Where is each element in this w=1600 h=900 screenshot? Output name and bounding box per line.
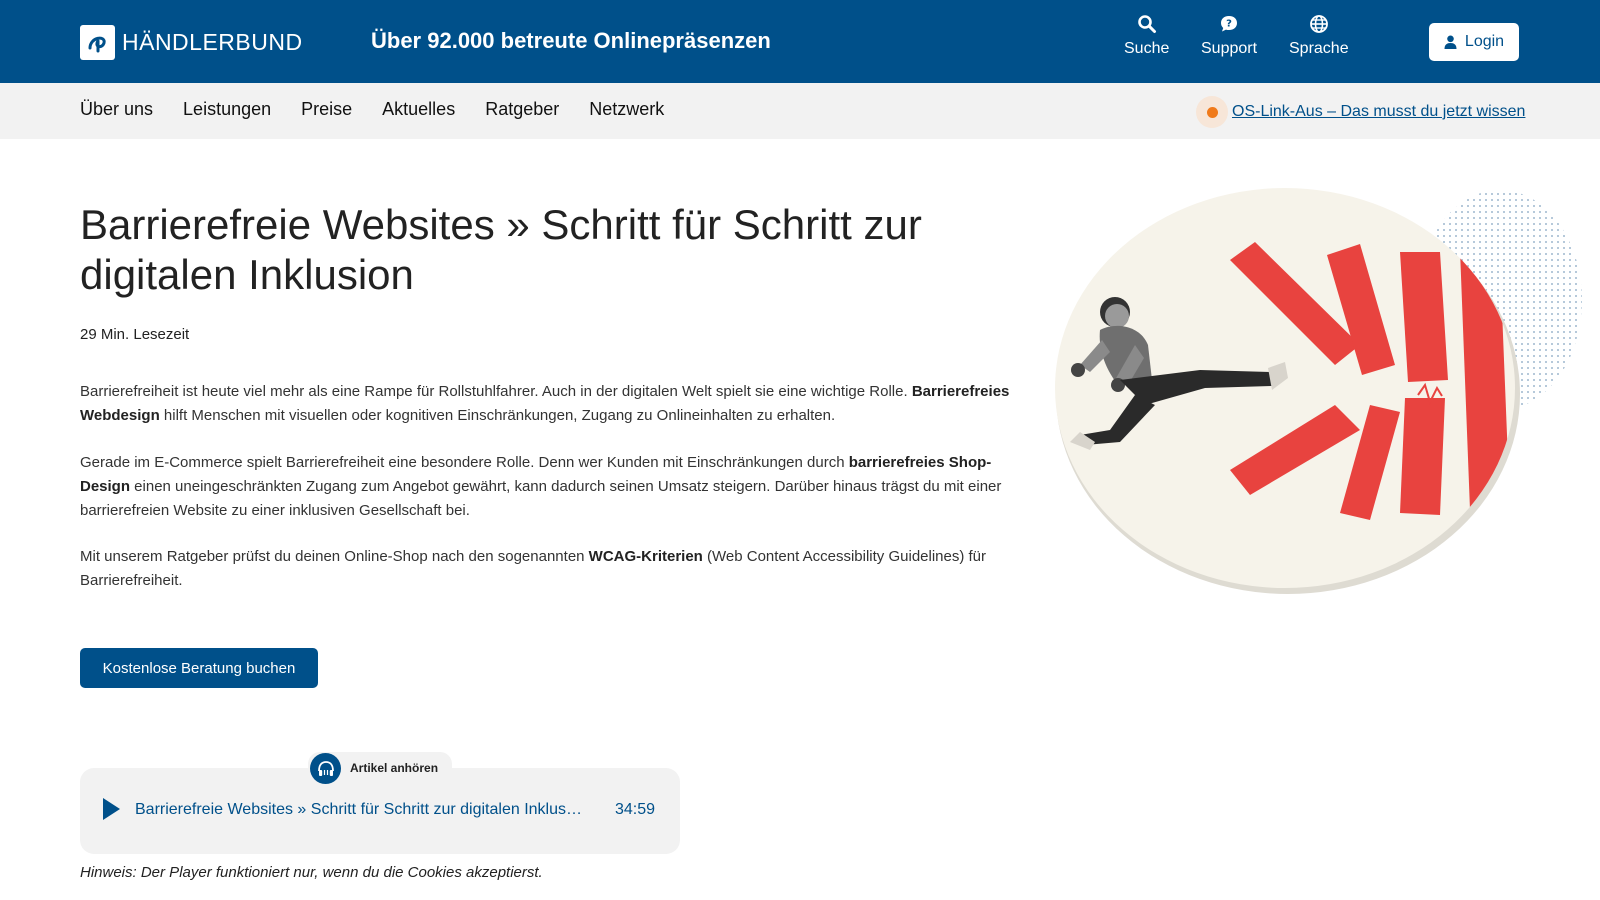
read-time: 29 Min. Lesezeit <box>80 326 190 343</box>
login-label: Login <box>1464 33 1505 50</box>
support-label: Support <box>1201 40 1258 57</box>
nav-item-netzwerk[interactable]: Netzwerk <box>589 99 664 120</box>
logo-mark-icon <box>80 24 115 60</box>
intro-paragraph-1: Barrierefreiheit ist heute viel mehr als… <box>80 380 1010 428</box>
nav-items: Über uns Leistungen Preise Aktuelles Rat… <box>80 99 694 120</box>
nav-item-leistungen[interactable]: Leistungen <box>183 99 271 120</box>
book-consultation-button[interactable]: Kostenlose Beratung buchen <box>80 648 318 688</box>
player-tab-label: Artikel anhören <box>350 761 439 775</box>
page-title: Barrierefreie Websites » Schritt für Sch… <box>80 201 922 298</box>
language-label: Sprache <box>1289 40 1349 57</box>
search-label: Suche <box>1124 40 1170 57</box>
search-icon <box>1137 15 1156 33</box>
play-icon[interactable] <box>100 796 122 822</box>
svg-text:?: ? <box>1226 19 1232 30</box>
main-navigation: Über uns Leistungen Preise Aktuelles Rat… <box>0 83 1600 139</box>
paragraph-text: Gerade im E-Commerce spielt Barrierefrei… <box>80 454 849 471</box>
logo-text: HÄNDLERBUND <box>122 28 303 55</box>
alert-dot-icon <box>1196 96 1228 128</box>
player-hint: Hinweis: Der Player funktioniert nur, we… <box>80 864 543 881</box>
paragraph-text: hilft Menschen mit visuellen oder kognit… <box>159 407 836 424</box>
nav-item-ratgeber[interactable]: Ratgeber <box>485 99 559 120</box>
paragraph-text: Mit unserem Ratgeber prüfst du deinen On… <box>80 548 589 565</box>
nav-item-preise[interactable]: Preise <box>301 99 352 120</box>
language-button[interactable]: Sprache <box>1289 14 1349 58</box>
headphones-icon <box>310 753 341 784</box>
intro-paragraph-3: Mit unserem Ratgeber prüfst du deinen On… <box>80 545 1010 593</box>
nav-item-ueber-uns[interactable]: Über uns <box>80 99 153 120</box>
nav-item-aktuelles[interactable]: Aktuelles <box>382 99 455 120</box>
globe-icon <box>1309 15 1328 33</box>
paragraph-emphasis: WCAG-Kriterien <box>588 548 703 565</box>
support-button[interactable]: ? Support <box>1201 14 1257 58</box>
chat-question-icon: ? <box>1221 16 1238 32</box>
track-duration: 34:59 <box>615 801 656 818</box>
news-notice: OS-Link-Aus – Das musst du jetzt wissen <box>1196 96 1525 128</box>
intro-paragraph-2: Gerade im E-Commerce spielt Barrierefrei… <box>80 451 1010 523</box>
paragraph-text: Barrierefreiheit ist heute viel mehr als… <box>80 383 908 400</box>
header-tagline: Über 92.000 betreute Onlinepräsenzen <box>371 28 771 53</box>
login-button[interactable]: Login <box>1429 23 1519 61</box>
track-title[interactable]: Barrierefreie Websites » Schritt für Sch… <box>135 801 585 819</box>
top-header: HÄNDLERBUND Über 92.000 betreute Onlinep… <box>0 0 1600 83</box>
user-icon <box>1444 35 1457 49</box>
search-button[interactable]: Suche <box>1124 14 1169 58</box>
notice-link[interactable]: OS-Link-Aus – Das musst du jetzt wissen <box>1232 103 1525 121</box>
paragraph-text: einen uneingeschränkten Zugang zum Angeb… <box>80 478 1002 519</box>
brand-logo[interactable]: HÄNDLERBUND <box>80 24 303 60</box>
hero-illustration <box>1055 188 1582 594</box>
